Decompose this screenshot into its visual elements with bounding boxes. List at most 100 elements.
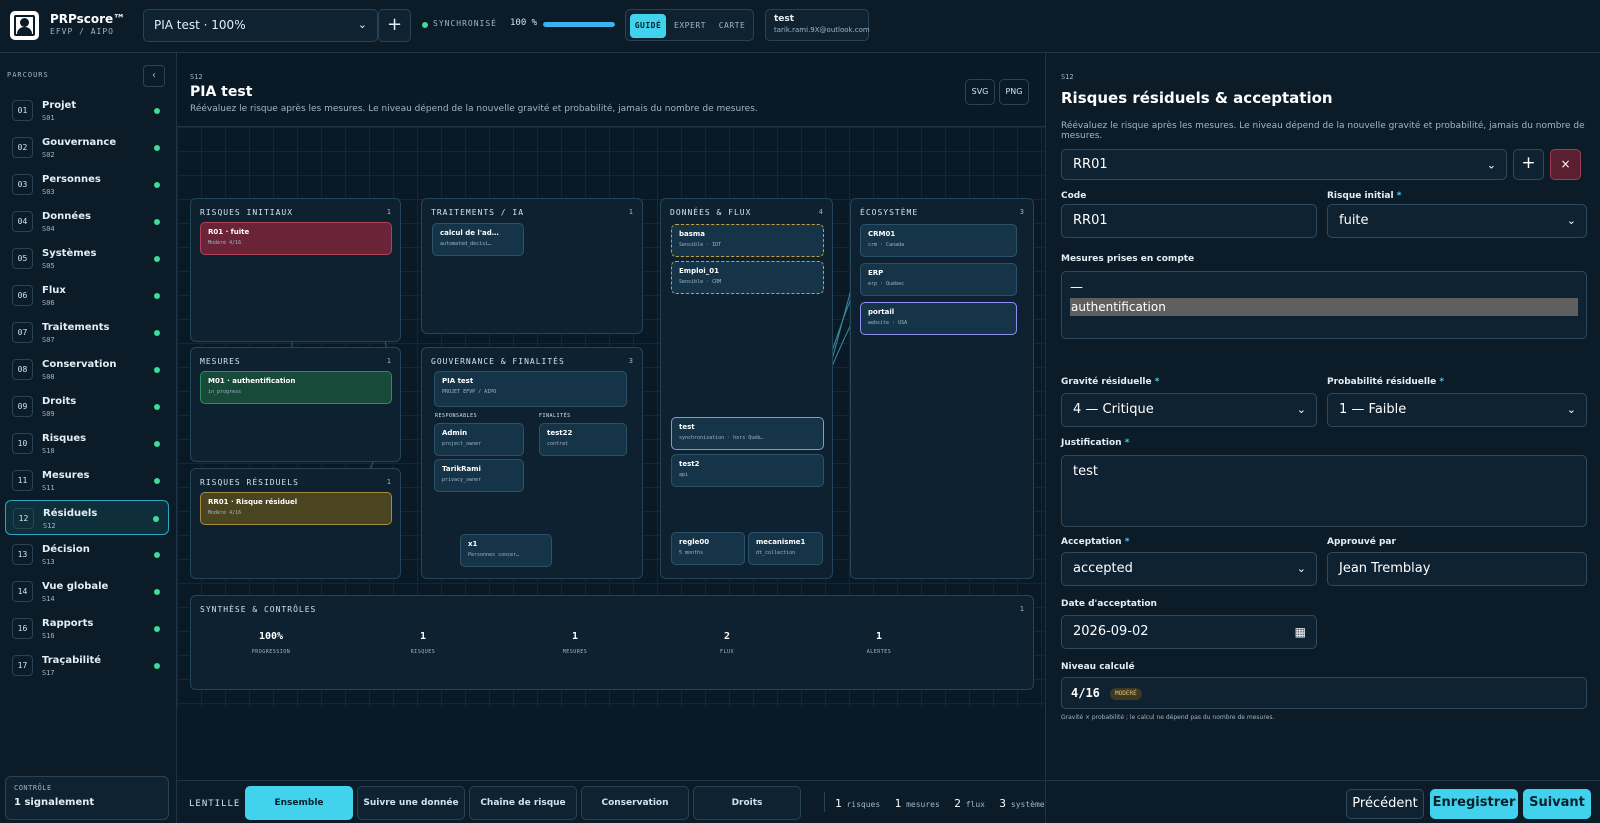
node-title: x1 xyxy=(468,540,478,548)
panel-title: DONNÉES & FLUX xyxy=(670,208,752,217)
record-select[interactable]: RR01 ⌄ xyxy=(1061,149,1507,180)
status-dot xyxy=(154,145,160,151)
acceptance-date-input[interactable]: 2026-09-02 ▦ xyxy=(1061,615,1317,649)
sidebar-item-s02[interactable]: 02 Gouvernance S02 xyxy=(5,130,169,165)
lens-risk-chain[interactable]: Chaîne de risque xyxy=(469,786,577,820)
lens-rights[interactable]: Droits xyxy=(693,786,801,820)
previous-button[interactable]: Précédent xyxy=(1346,789,1424,819)
next-button[interactable]: Suivant xyxy=(1523,789,1591,819)
control-summary[interactable]: CONTRÔLE 1 signalement xyxy=(5,776,169,820)
node-purpose[interactable]: test22 contrat xyxy=(539,423,627,456)
user-menu[interactable]: test tarik.rami.9X@outlook.com xyxy=(765,9,870,41)
node-system-crm01[interactable]: CRM01 crm · Canada xyxy=(860,224,1017,257)
node-data-emploi[interactable]: Emploi_01 Sensible · CRM xyxy=(671,261,824,294)
add-record-button[interactable]: + xyxy=(1513,149,1544,180)
export-svg-button[interactable]: SVG xyxy=(965,79,995,105)
sidebar-item-s12[interactable]: 12 Résiduels S12 xyxy=(5,500,169,535)
canvas-step-code: S12 xyxy=(190,73,203,81)
stat-value: 100% xyxy=(258,631,284,642)
calendar-icon[interactable]: ▦ xyxy=(1295,616,1306,648)
add-project-button[interactable]: + xyxy=(378,9,411,42)
sidebar-item-s14[interactable]: 14 Vue globale S14 xyxy=(5,574,169,609)
sidebar-item-s04[interactable]: 04 Données S04 xyxy=(5,204,169,239)
step-number: 11 xyxy=(12,470,33,491)
node-rule[interactable]: regle00 5 months xyxy=(671,532,745,565)
mode-switch: GUIDÉ EXPERT CARTE xyxy=(625,9,754,41)
sidebar-item-s01[interactable]: 01 Projet S01 xyxy=(5,93,169,128)
initial-risk-label: Risque initial * xyxy=(1327,191,1401,201)
lens-retention[interactable]: Conservation xyxy=(581,786,689,820)
node-subtitle: privacy_owner xyxy=(442,477,482,483)
sidebar-item-s11[interactable]: 11 Mesures S11 xyxy=(5,463,169,498)
step-number: 07 xyxy=(12,322,33,343)
node-title: M01 · authentification xyxy=(208,377,296,385)
mode-map[interactable]: CARTE xyxy=(714,14,750,38)
project-select-value: PIA test · 100% xyxy=(154,18,246,32)
step-code: S02 xyxy=(42,151,55,159)
node-owner-tarik[interactable]: TarikRami privacy_owner xyxy=(434,459,524,492)
sidebar-item-s09[interactable]: 09 Droits S09 xyxy=(5,389,169,424)
collapse-sidebar-button[interactable]: ‹ xyxy=(143,65,165,87)
project-select[interactable]: PIA test · 100% ⌄ xyxy=(143,9,378,42)
sidebar-item-s03[interactable]: 03 Personnes S03 xyxy=(5,167,169,202)
sidebar-item-s16[interactable]: 16 Rapports S16 xyxy=(5,611,169,646)
step-number: 10 xyxy=(12,433,33,454)
acceptance-select[interactable]: accepted ⌄ xyxy=(1061,552,1317,586)
approved-by-input[interactable]: Jean Tremblay xyxy=(1327,552,1587,586)
step-title: Personnes xyxy=(42,174,101,185)
measures-multiselect[interactable]: — authentification xyxy=(1061,271,1587,339)
sidebar-item-s07[interactable]: 07 Traitements S07 xyxy=(5,315,169,350)
node-title: regle00 xyxy=(679,538,710,546)
measure-option-authentification[interactable]: authentification xyxy=(1070,298,1578,316)
progress-percent: 100 % xyxy=(510,18,538,28)
sidebar-item-s13[interactable]: 13 Décision S13 xyxy=(5,537,169,572)
node-system-erp[interactable]: ERP erp · Québec xyxy=(860,263,1017,296)
probability-select[interactable]: 1 — Faible ⌄ xyxy=(1327,393,1587,427)
initial-risk-select[interactable]: fuite ⌄ xyxy=(1327,204,1587,238)
form-footer: Précédent Enregistrer Suivant xyxy=(1045,780,1600,823)
node-measure[interactable]: M01 · authentification in_progress xyxy=(200,371,392,404)
node-subtitle: Personnes concer… xyxy=(468,552,520,558)
node-flow-test[interactable]: test synchronization · hors Québ… xyxy=(671,417,824,450)
sidebar-item-s17[interactable]: 17 Traçabilité S17 xyxy=(5,648,169,683)
delete-record-button[interactable]: × xyxy=(1550,149,1581,180)
sidebar-item-s05[interactable]: 05 Systèmes S05 xyxy=(5,241,169,276)
node-project[interactable]: PIA test PROJET EFVP / AIPO xyxy=(434,371,627,407)
step-title: Traçabilité xyxy=(42,655,102,666)
status-dot xyxy=(154,293,160,299)
step-title: Droits xyxy=(42,396,77,407)
lens-follow-data[interactable]: Suivre une donnée xyxy=(357,786,465,820)
gravity-select[interactable]: 4 — Critique ⌄ xyxy=(1061,393,1317,427)
node-processing[interactable]: calcul de l'ad… automated_decisi… xyxy=(432,223,524,256)
sidebar-item-s08[interactable]: 08 Conservation S08 xyxy=(5,352,169,387)
node-owner-admin[interactable]: Admin project_owner xyxy=(434,423,524,456)
sidebar-item-s06[interactable]: 06 Flux S06 xyxy=(5,278,169,313)
lens-bar: LENTILLE Ensemble Suivre une donnée Chaî… xyxy=(177,780,1049,823)
node-system-portail[interactable]: portail website · USA xyxy=(860,302,1017,335)
sidebar-item-s10[interactable]: 10 Risques S10 xyxy=(5,426,169,461)
node-subtitle: website · USA xyxy=(868,320,908,326)
step-code: S08 xyxy=(42,373,55,381)
node-title: PIA test xyxy=(442,377,474,385)
panel-count: 1 xyxy=(628,208,633,216)
node-flow-test2[interactable]: test2 api xyxy=(671,454,824,487)
form-step-code: S12 xyxy=(1061,73,1074,81)
node-persons[interactable]: x1 Personnes concer… xyxy=(460,534,552,567)
node-initial-risk[interactable]: R01 · fuite Modéré 4/16 xyxy=(200,222,392,255)
node-title: TarikRami xyxy=(442,465,481,473)
node-mechanism[interactable]: mecanisme1 dt_collection xyxy=(748,532,823,565)
lens-ensemble[interactable]: Ensemble xyxy=(245,786,353,820)
status-dot xyxy=(154,404,160,410)
code-input[interactable]: RR01 xyxy=(1061,204,1317,238)
count-measures-value: 1 xyxy=(894,797,902,810)
export-png-button[interactable]: PNG xyxy=(999,79,1029,105)
step-code: S13 xyxy=(42,558,55,566)
measure-option-none[interactable]: — xyxy=(1070,278,1578,298)
mode-guided[interactable]: GUIDÉ xyxy=(630,14,666,38)
save-button[interactable]: Enregistrer xyxy=(1430,789,1518,819)
node-residual-risk[interactable]: RR01 · Risque résiduel Modéré 4/16 xyxy=(200,492,392,525)
justification-textarea[interactable]: test xyxy=(1061,455,1587,527)
count-measures-label: mesures xyxy=(906,800,940,809)
node-data-basma[interactable]: basma Sensible · IDT xyxy=(671,224,824,257)
mode-expert[interactable]: EXPERT xyxy=(670,14,710,38)
